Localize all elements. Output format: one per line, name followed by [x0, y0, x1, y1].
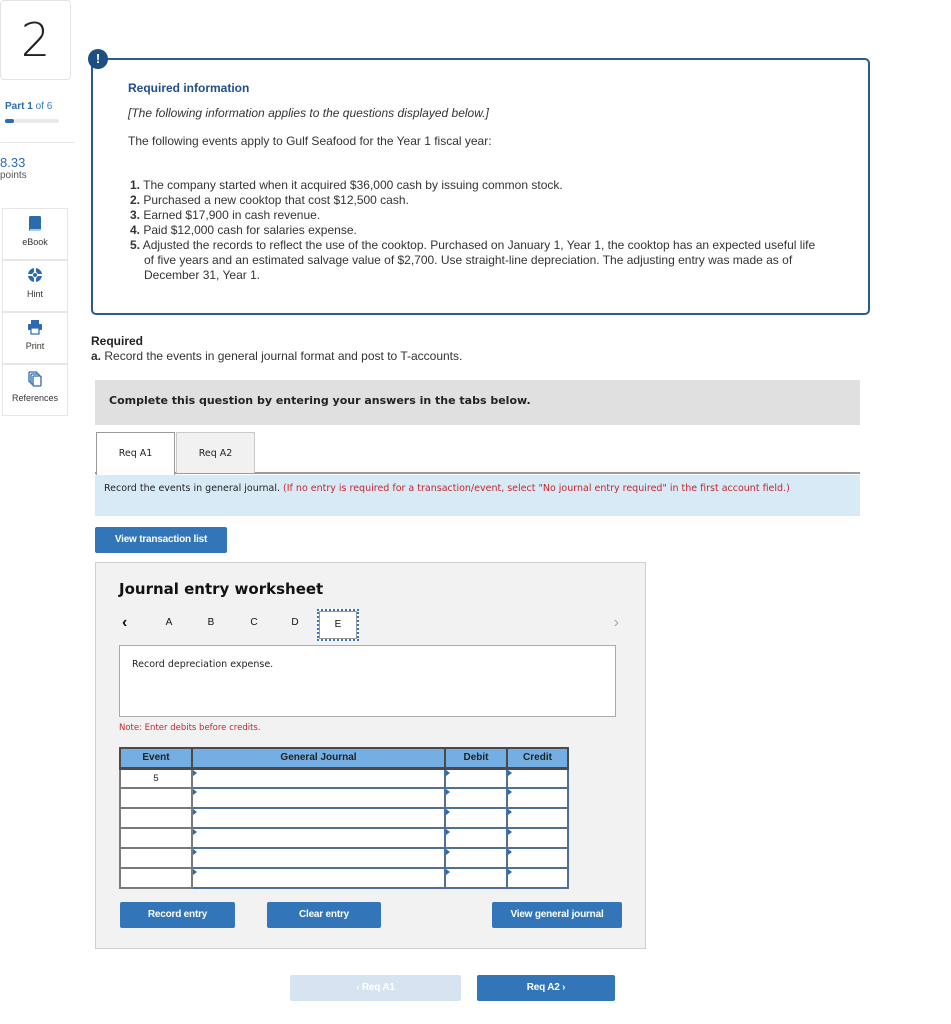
credit-input[interactable] — [506, 847, 569, 869]
table-row — [119, 787, 569, 809]
required-information-box: Required information [The following info… — [91, 58, 870, 315]
event-cell: 5 — [119, 767, 193, 789]
debit-input[interactable] — [444, 767, 508, 789]
header-event: Event — [119, 747, 193, 770]
printer-icon — [3, 319, 67, 341]
required-part-a: a. Record the events in general journal … — [91, 349, 463, 363]
debit-input[interactable] — [444, 827, 508, 849]
debit-input[interactable] — [444, 787, 508, 809]
account-input[interactable] — [191, 767, 446, 789]
part-label: Part 1 — [5, 101, 33, 112]
credit-input[interactable] — [506, 867, 569, 889]
view-transaction-list-button[interactable]: View transaction list — [95, 527, 227, 553]
chevron-right-icon[interactable]: › — [614, 614, 619, 632]
ebook-button[interactable]: eBook — [2, 208, 68, 260]
copy-documents-icon — [3, 371, 67, 393]
event-item: 3. Earned $17,900 in cash revenue. — [130, 208, 321, 222]
clear-entry-button[interactable]: Clear entry — [267, 902, 381, 928]
chevron-left-icon[interactable]: ‹ — [122, 614, 127, 632]
step-b[interactable]: B — [196, 613, 226, 633]
account-input[interactable] — [191, 807, 446, 829]
table-row — [119, 827, 569, 849]
table-row — [119, 807, 569, 829]
event-item: 4. Paid $12,000 cash for salaries expens… — [130, 223, 357, 237]
entry-description: Record depreciation expense. — [119, 645, 616, 717]
points-label: points — [0, 170, 27, 181]
tab-req-a2[interactable]: Req A2 — [176, 432, 255, 473]
credit-input[interactable] — [506, 827, 569, 849]
print-button[interactable]: Print — [2, 312, 68, 364]
journal-table: Event General Journal Debit Credit 5 — [119, 747, 569, 889]
record-entry-button[interactable]: Record entry — [120, 902, 235, 928]
debit-input[interactable] — [444, 867, 508, 889]
part-progress-fill — [5, 119, 14, 123]
account-input[interactable] — [191, 847, 446, 869]
header-debit: Debit — [444, 747, 508, 770]
table-row: 5 — [119, 767, 569, 789]
event-cell — [119, 807, 193, 829]
hint-button[interactable]: Hint — [2, 260, 68, 312]
step-d[interactable]: D — [280, 613, 310, 633]
credit-input[interactable] — [506, 787, 569, 809]
debit-input[interactable] — [444, 847, 508, 869]
event-item: 5. Adjusted the records to reflect the u… — [130, 238, 816, 282]
events-list: 1. The company started when it acquired … — [130, 178, 820, 283]
journal-entry-worksheet: Journal entry worksheet ‹ A B C D E › Re… — [95, 562, 646, 949]
step-a[interactable]: A — [154, 613, 184, 633]
event-item: 2. Purchased a new cooktop that cost $12… — [130, 193, 409, 207]
header-general-journal: General Journal — [191, 747, 446, 770]
account-input[interactable] — [191, 787, 446, 809]
event-cell — [119, 787, 193, 809]
table-row — [119, 847, 569, 869]
tab-req-a1[interactable]: Req A1 — [96, 432, 175, 475]
worksheet-step-nav: ‹ A B C D E › — [96, 608, 645, 644]
requirement-tabs: Req A1 Req A2 — [95, 432, 860, 475]
credit-input[interactable] — [506, 767, 569, 789]
debit-input[interactable] — [444, 807, 508, 829]
event-cell — [119, 867, 193, 889]
credit-input[interactable] — [506, 807, 569, 829]
instructions-banner: Complete this question by entering your … — [95, 380, 860, 425]
references-button[interactable]: References — [2, 364, 68, 416]
next-requirement-button[interactable]: Req A2 › — [477, 975, 615, 1001]
account-input[interactable] — [191, 867, 446, 889]
tab-instructions: Record the events in general journal. (I… — [95, 475, 860, 516]
required-heading: Required — [91, 334, 144, 348]
alert-icon: ! — [88, 49, 108, 69]
worksheet-title: Journal entry worksheet — [119, 580, 324, 598]
step-e[interactable]: E — [317, 609, 359, 641]
table-row — [119, 867, 569, 889]
view-general-journal-button[interactable]: View general journal — [492, 902, 622, 928]
lifebuoy-icon — [3, 267, 67, 289]
question-number: 2 — [0, 0, 71, 80]
points-value: 8.33 — [0, 155, 26, 170]
debits-note: Note: Enter debits before credits. — [119, 723, 261, 733]
sidebar-divider — [0, 142, 74, 143]
event-cell — [119, 847, 193, 869]
info-note: [The following information applies to th… — [128, 106, 489, 120]
step-c[interactable]: C — [239, 613, 269, 633]
part-indicator: Part 1 of 6 — [5, 101, 53, 112]
info-title: Required information — [128, 81, 250, 95]
account-input[interactable] — [191, 827, 446, 849]
header-credit: Credit — [506, 747, 569, 770]
info-intro: The following events apply to Gulf Seafo… — [128, 134, 492, 148]
book-icon — [3, 215, 67, 237]
event-item: 1. The company started when it acquired … — [130, 178, 563, 192]
event-cell — [119, 827, 193, 849]
previous-requirement-button[interactable]: ‹ Req A1 — [290, 975, 461, 1001]
part-progress-bar — [5, 119, 59, 123]
